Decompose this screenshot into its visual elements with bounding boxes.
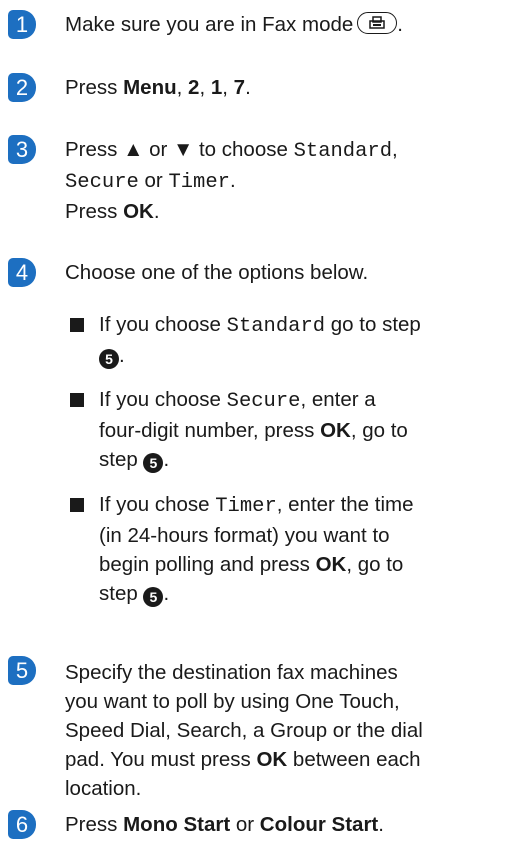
text: , xyxy=(222,76,228,99)
text: begin polling and press xyxy=(99,553,310,576)
text: , xyxy=(176,76,183,99)
step-ref-icon: 5 xyxy=(99,349,119,369)
option-name: Timer xyxy=(168,171,230,194)
text: pad. You must press xyxy=(65,748,251,771)
key-label: Mono Start xyxy=(123,813,231,836)
text: If you choose xyxy=(99,388,221,411)
step-text-part: . xyxy=(397,13,403,36)
text: you want to poll by using One Touch, xyxy=(65,690,400,713)
key-label: OK xyxy=(123,200,154,223)
text: (in 24-hours format) you want to xyxy=(99,524,390,547)
step-number-badge: 6 xyxy=(8,810,36,839)
key-label: 1 xyxy=(210,76,223,99)
step-text: Press Menu, 2, 1, 7. xyxy=(65,73,525,102)
option-name: Timer xyxy=(215,495,277,518)
option-name: Secure xyxy=(226,390,301,413)
text: If you chose xyxy=(99,493,210,516)
step-text: Specify the destination fax machines you… xyxy=(65,658,525,803)
text: Press xyxy=(65,813,118,836)
key-label: 2 xyxy=(188,76,200,99)
option-name: Standard xyxy=(293,140,393,163)
key-label: 7 xyxy=(233,76,246,99)
option-standard: If you choose Standard go to step 5. xyxy=(99,310,525,370)
text: , xyxy=(199,76,206,99)
text: . xyxy=(119,344,125,367)
step-number-badge: 3 xyxy=(8,135,36,164)
key-label: OK xyxy=(320,419,351,442)
option-secure: If you choose Secure, enter a four-digit… xyxy=(99,385,525,474)
text: location. xyxy=(65,777,142,800)
step-text: Press ▲ or ▼ to choose Standard, Secure … xyxy=(65,135,525,226)
text: . xyxy=(153,200,160,223)
text: or xyxy=(235,813,255,836)
key-label: OK xyxy=(256,748,288,771)
step-text: Make sure you are in Fax mode. xyxy=(65,10,525,39)
text: Speed Dial, Search, a Group or the dial xyxy=(65,719,423,742)
step-number-badge: 2 xyxy=(8,73,36,102)
text: . xyxy=(229,169,236,192)
text: four-digit number, press xyxy=(99,419,315,442)
key-label: Colour Start xyxy=(259,813,379,836)
step-text: Choose one of the options below. xyxy=(65,261,369,284)
text: . xyxy=(163,448,170,471)
text: , xyxy=(392,138,398,161)
step-text: Press Mono Start or Colour Start. xyxy=(65,810,525,839)
option-timer: If you chose Timer, enter the time (in 2… xyxy=(99,490,525,608)
square-bullet xyxy=(70,498,84,512)
step-number-badge: 1 xyxy=(8,10,36,39)
text: Press xyxy=(65,200,118,223)
step-text-part: Make sure you are in Fax mode xyxy=(65,13,354,36)
text: or xyxy=(144,169,163,192)
text: step xyxy=(99,448,138,471)
step-number-badge: 5 xyxy=(8,656,36,685)
text: , go to xyxy=(346,553,404,576)
text: , go to xyxy=(350,419,408,442)
text: . xyxy=(245,76,251,99)
text: If you choose xyxy=(99,313,221,336)
text: between each xyxy=(292,748,421,771)
key-label: Menu xyxy=(123,76,177,99)
text: . xyxy=(378,813,384,836)
step-ref-icon: 5 xyxy=(143,587,164,607)
text: Press ▲ or ▼ to choose xyxy=(65,138,288,161)
text: , enter a xyxy=(300,388,376,411)
step-ref-icon: 5 xyxy=(143,453,164,473)
key-label: OK xyxy=(315,553,347,576)
text: Specify the destination fax machines xyxy=(65,661,398,684)
step-number-badge: 4 xyxy=(8,258,36,287)
square-bullet xyxy=(70,318,84,332)
text: go to step xyxy=(330,313,421,336)
option-name: Standard xyxy=(226,315,326,338)
square-bullet xyxy=(70,393,84,407)
text: , enter the time xyxy=(276,493,414,516)
fax-mode-key-icon xyxy=(357,12,398,34)
text: Press xyxy=(65,76,118,99)
text: step xyxy=(99,582,138,605)
text: . xyxy=(163,582,170,605)
option-name: Secure xyxy=(65,171,139,194)
